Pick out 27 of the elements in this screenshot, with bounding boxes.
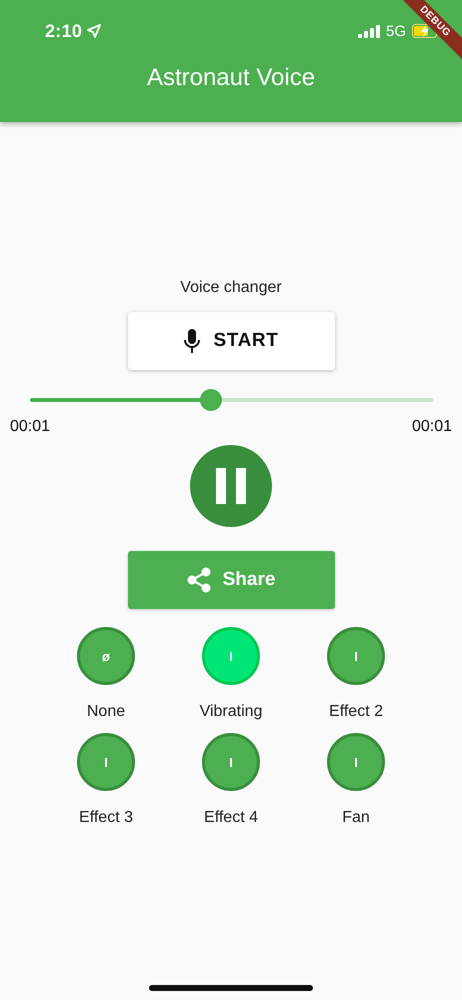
share-button[interactable]: Share [128, 551, 334, 609]
clock-time: 2:10 [45, 20, 82, 42]
signal-icon [358, 24, 380, 38]
effect-button[interactable]: I [77, 733, 135, 791]
effect-label: Effect 3 [79, 809, 133, 827]
effect-label: Vibrating [200, 703, 262, 721]
microphone-icon [184, 329, 200, 353]
effect-label: None [86, 703, 126, 721]
effect-label: Effect 2 [329, 703, 383, 721]
network-type: 5G [386, 22, 406, 40]
effect-button[interactable]: I [327, 733, 385, 791]
pause-icon [216, 468, 246, 504]
slider-thumb[interactable] [200, 389, 222, 411]
progress-slider[interactable] [30, 389, 432, 411]
effect-button[interactable]: I [202, 627, 260, 685]
effect-button[interactable]: I [327, 627, 385, 685]
total-time: 00:01 [412, 418, 452, 436]
app-title: Astronaut Voice [146, 64, 316, 92]
effect-button[interactable]: I [202, 733, 260, 791]
section-label: Voice changer [180, 279, 282, 298]
effect-label: Effect 4 [204, 809, 258, 827]
location-arrow-icon [87, 24, 102, 38]
elapsed-time: 00:01 [10, 418, 50, 436]
share-icon [186, 567, 211, 593]
effect-button[interactable]: ø [77, 627, 135, 685]
start-button[interactable]: START [128, 312, 334, 370]
effect-label: Fan [342, 809, 370, 827]
